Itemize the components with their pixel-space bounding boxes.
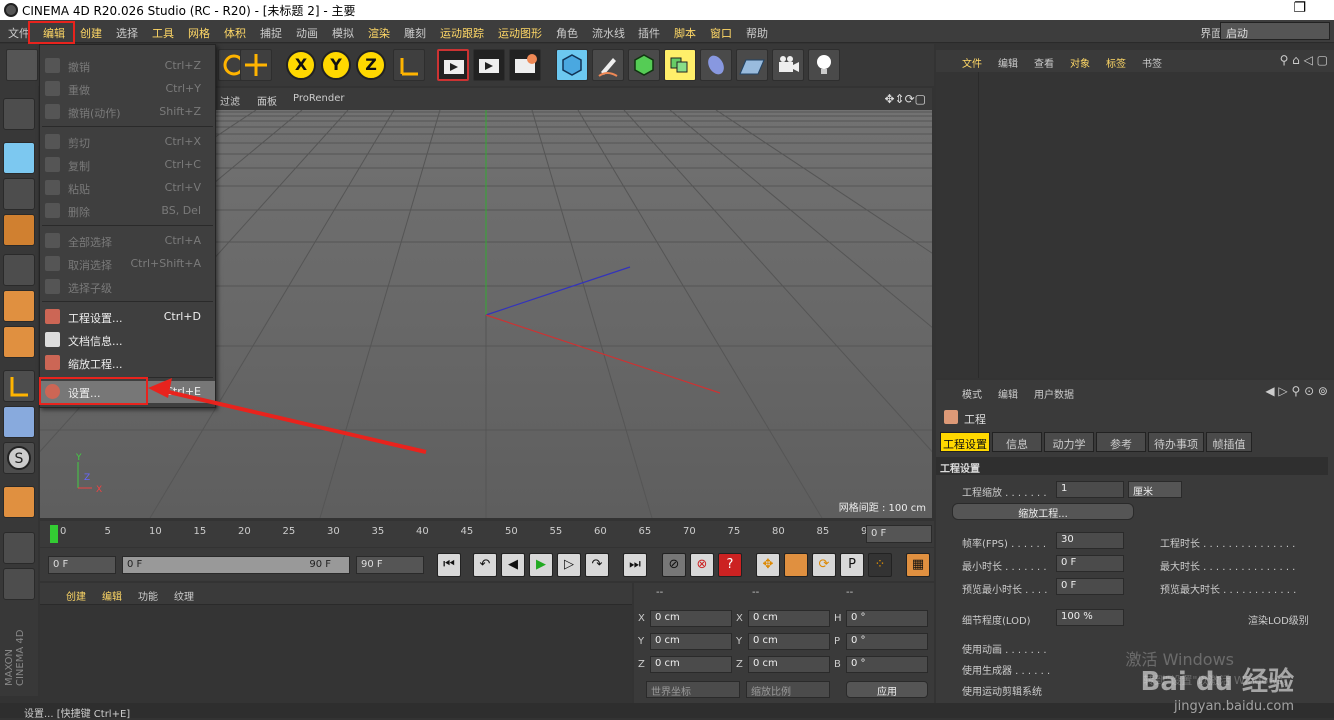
baidu-watermark-url: jingyan.baidu.com	[1174, 699, 1294, 714]
annotation-arrow	[0, 0, 1334, 718]
baidu-watermark: Bai du 经验	[1141, 661, 1295, 698]
